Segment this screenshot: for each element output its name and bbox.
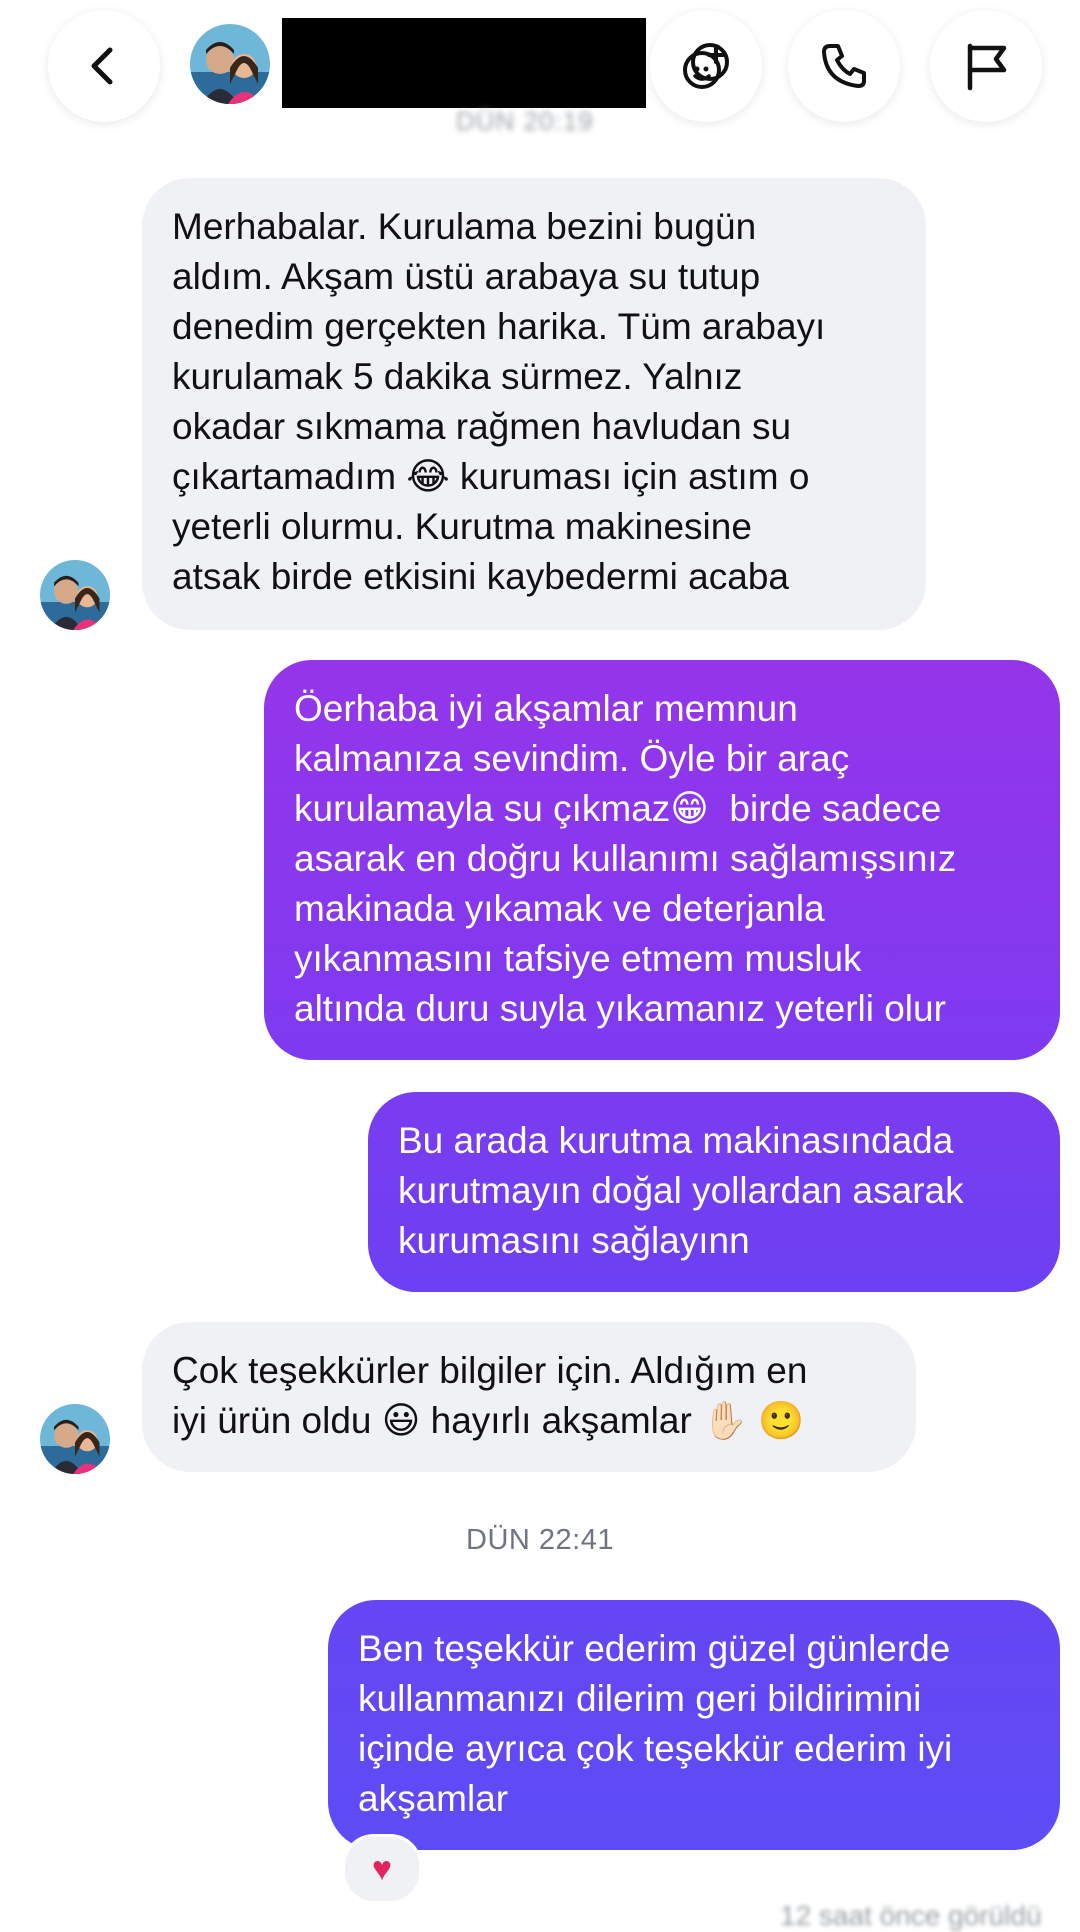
video-effects-button[interactable] — [650, 10, 762, 122]
sender-avatar[interactable] — [40, 560, 110, 630]
chat-header: DÜN 20:19 — [0, 0, 1080, 150]
phone-icon — [822, 44, 866, 88]
back-chevron-icon — [91, 47, 113, 85]
blurred-timestamp: DÜN 20:19 — [456, 106, 594, 136]
flag-icon — [967, 43, 1007, 91]
contact-avatar[interactable] — [190, 24, 270, 104]
sender-avatar[interactable] — [40, 1404, 110, 1474]
avatar-photo — [190, 24, 270, 104]
back-button[interactable] — [48, 10, 160, 122]
timestamp-divider: DÜN 22:41 — [466, 1524, 614, 1556]
avatar-photo — [40, 560, 110, 630]
message-bubble-outgoing[interactable]: Öerhaba iyi akşamlar memnun kalmanıza se… — [264, 660, 1060, 1060]
message-bubble-incoming[interactable]: Çok teşekkürler bilgiler için. Aldığım e… — [142, 1322, 916, 1472]
message-bubble-outgoing[interactable]: Bu arada kurutma makinasındada kurutmayı… — [368, 1092, 1060, 1292]
seen-status: 12 saat önce görüldü — [780, 1900, 1042, 1931]
phone-call-button[interactable] — [788, 10, 900, 122]
heart-icon: ♥ — [371, 1849, 393, 1888]
video-effects-icon — [683, 43, 729, 89]
report-flag-button[interactable] — [930, 10, 1042, 122]
avatar-photo — [40, 1404, 110, 1474]
contact-name-redacted — [282, 18, 646, 108]
message-bubble-incoming[interactable]: Merhabalar. Kurulama bezini bugün aldım.… — [142, 178, 926, 630]
message-bubble-outgoing[interactable]: Ben teşekkür ederim güzel günlerde kulla… — [328, 1600, 1060, 1850]
heart-reaction[interactable]: ♥ — [342, 1834, 422, 1904]
